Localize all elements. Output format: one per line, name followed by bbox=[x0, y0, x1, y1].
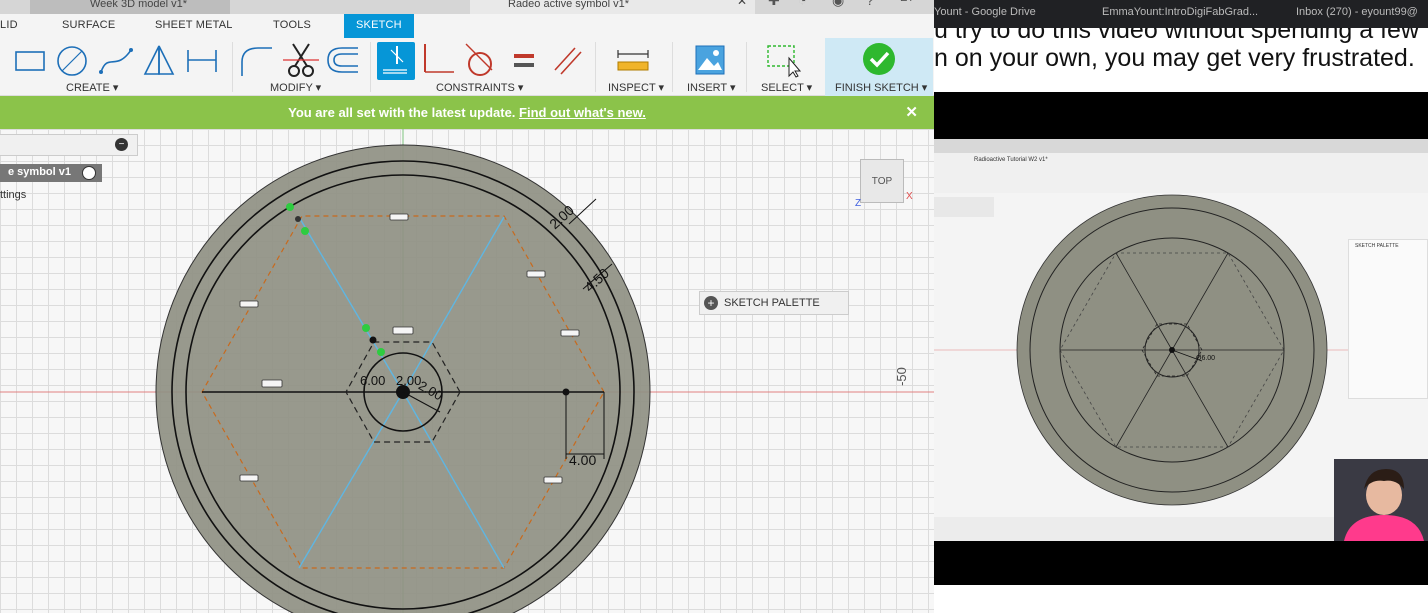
video-letterbox-top bbox=[934, 92, 1428, 139]
sketch-canvas[interactable]: 2.00 4.50 4.00 6.00 2.00 2.00 -50 − e sy… bbox=[0, 129, 934, 613]
chrome-tab[interactable]: Inbox (270) - eyount99@ bbox=[1296, 6, 1418, 18]
browser-tab-strip: Yount - Google Drive EmmaYount:IntroDigi… bbox=[934, 0, 1428, 28]
measure-ruler-icon[interactable] bbox=[615, 42, 651, 78]
dimension-label[interactable]: 6.00 bbox=[360, 373, 385, 388]
coincident-constraint-icon[interactable] bbox=[420, 42, 456, 78]
caption-line: u try to do this video without spending … bbox=[934, 28, 1420, 44]
chrome-tab[interactable]: EmmaYount:IntroDigiFabGrad... bbox=[1102, 6, 1258, 18]
document-name: e symbol v1 bbox=[8, 166, 71, 178]
inner-sketch-palette: SKETCH PALETTE bbox=[1348, 239, 1428, 399]
circle-tool-icon[interactable] bbox=[54, 42, 90, 78]
insert-menu[interactable]: INSERT ▾ bbox=[687, 81, 736, 94]
rectangle-tool-icon[interactable] bbox=[12, 42, 48, 78]
sketch-point bbox=[369, 336, 377, 344]
equal-constraint-icon[interactable] bbox=[506, 42, 542, 78]
inner-dimension-label: Ø6.00 bbox=[1196, 355, 1216, 362]
settings-label: ttings bbox=[0, 189, 27, 201]
tab-solid[interactable]: LID bbox=[0, 19, 18, 31]
tab-tools[interactable]: TOOLS bbox=[273, 19, 311, 31]
doc-tab-week-model[interactable]: Week 3D model v1* bbox=[30, 0, 230, 14]
sketch-palette-label: SKETCH PALETTE bbox=[724, 297, 820, 309]
dimension-label[interactable]: 4.00 bbox=[569, 452, 596, 468]
trim-scissors-icon[interactable] bbox=[283, 42, 319, 78]
workspace-menu-bar: LID SURFACE SHEET METAL TOOLS SKETCH bbox=[0, 14, 934, 38]
sketch-point bbox=[295, 216, 301, 222]
user-avatar[interactable]: ET bbox=[900, 0, 914, 4]
sketch-point bbox=[301, 227, 309, 235]
select-menu[interactable]: SELECT ▾ bbox=[761, 81, 812, 94]
doc-tab-label: Week 3D model v1* bbox=[90, 0, 188, 10]
tangent-constraint-icon[interactable] bbox=[462, 42, 498, 78]
doc-tab-label: Radeo active symbol v1* bbox=[508, 0, 630, 10]
toolbar-divider bbox=[595, 42, 596, 92]
dimension-label[interactable]: -50 bbox=[894, 367, 909, 386]
screen: Week 3D model v1* Radeo active symbol v1… bbox=[0, 0, 1428, 613]
axis-x-label: X bbox=[906, 191, 913, 202]
fillet-tool-icon[interactable] bbox=[238, 42, 274, 78]
update-notice-banner: You are all set with the latest update. … bbox=[0, 96, 934, 129]
browser-document-settings[interactable]: ttings bbox=[0, 189, 26, 201]
sketch-point bbox=[377, 348, 385, 356]
inspect-menu[interactable]: INSPECT ▾ bbox=[608, 81, 664, 94]
caption-line: n on your own, you may get very frustrat… bbox=[934, 44, 1415, 72]
view-cube-face-label: TOP bbox=[871, 176, 893, 187]
finish-sketch-button[interactable]: FINISH SKETCH ▾ bbox=[825, 38, 933, 96]
constraints-menu[interactable]: CONSTRAINTS ▾ bbox=[436, 81, 523, 94]
dimension-line-icon[interactable] bbox=[184, 42, 220, 78]
close-banner-icon[interactable]: ✕ bbox=[905, 96, 918, 129]
window-select-icon[interactable] bbox=[765, 42, 802, 78]
offset-tool-icon[interactable] bbox=[324, 42, 360, 78]
job-status-icon[interactable]: ◔ bbox=[798, 0, 806, 8]
whats-new-link[interactable]: Find out what's new. bbox=[519, 105, 646, 120]
tab-sheet-metal[interactable]: SHEET METAL bbox=[155, 19, 233, 31]
checkmark-icon bbox=[863, 43, 895, 75]
create-menu[interactable]: CREATE ▾ bbox=[66, 81, 118, 94]
horizontal-vertical-constraint-icon[interactable] bbox=[377, 42, 415, 80]
mirror-tool-icon[interactable] bbox=[141, 42, 177, 78]
video-panel: Yount - Google Drive EmmaYount:IntroDigi… bbox=[934, 0, 1428, 613]
view-cube[interactable]: TOP bbox=[860, 159, 904, 203]
spline-tool-icon[interactable] bbox=[98, 42, 134, 78]
sketch-palette-panel[interactable]: + SKETCH PALETTE bbox=[699, 291, 849, 315]
presenter-image bbox=[1334, 459, 1428, 541]
document-tab-bar: Week 3D model v1* Radeo active symbol v1… bbox=[0, 0, 934, 14]
toolbar-divider bbox=[370, 42, 371, 92]
parallel-constraint-icon[interactable] bbox=[549, 42, 585, 78]
sketch-point bbox=[562, 388, 570, 396]
toolbar-divider bbox=[746, 42, 747, 92]
sketch-toolbar: CREATE ▾ MODIFY ▾ CONSTRAINTS ▾ INSPECT … bbox=[0, 38, 934, 96]
video-frame[interactable]: Radioactive Tutorial W2 v1* Ø6.00 SKETCH… bbox=[934, 139, 1428, 541]
inner-palette-title: SKETCH PALETTE bbox=[1355, 243, 1399, 249]
notice-text: You are all set with the latest update. bbox=[288, 105, 516, 120]
sketch-point bbox=[286, 203, 294, 211]
new-tab-icon[interactable]: ✚ bbox=[768, 0, 780, 9]
webcam-overlay bbox=[1334, 459, 1428, 541]
expand-plus-icon[interactable]: + bbox=[704, 296, 718, 310]
fusion-window: Week 3D model v1* Radeo active symbol v1… bbox=[0, 0, 934, 613]
collapse-icon[interactable]: − bbox=[115, 138, 128, 151]
inner-doc-tab: Radioactive Tutorial W2 v1* bbox=[974, 157, 1048, 163]
modify-menu[interactable]: MODIFY ▾ bbox=[270, 81, 321, 94]
radio-icon[interactable] bbox=[82, 166, 96, 180]
help-icon[interactable]: ? bbox=[866, 0, 874, 8]
video-caption: u try to do this video without spending … bbox=[934, 28, 1428, 92]
video-letterbox-bottom bbox=[934, 541, 1428, 585]
chrome-tab[interactable]: Yount - Google Drive bbox=[934, 6, 1036, 18]
toolbar-divider bbox=[672, 42, 673, 92]
notifications-icon[interactable]: ◉ bbox=[832, 0, 844, 9]
doc-tab-radeo-symbol[interactable]: Radeo active symbol v1* ✕ bbox=[470, 0, 755, 14]
insert-image-icon[interactable] bbox=[692, 42, 728, 78]
finish-sketch-label: FINISH SKETCH ▾ bbox=[835, 82, 928, 94]
sketch-drawing bbox=[0, 129, 934, 613]
axis-z-label: Z bbox=[855, 198, 862, 209]
sketch-point bbox=[362, 324, 370, 332]
page-background bbox=[934, 585, 1428, 613]
tab-surface[interactable]: SURFACE bbox=[62, 19, 115, 31]
browser-panel-header: − bbox=[0, 134, 138, 156]
tab-sketch[interactable]: SKETCH bbox=[344, 14, 414, 38]
close-tab-icon[interactable]: ✕ bbox=[737, 0, 747, 7]
toolbar-divider bbox=[232, 42, 233, 92]
